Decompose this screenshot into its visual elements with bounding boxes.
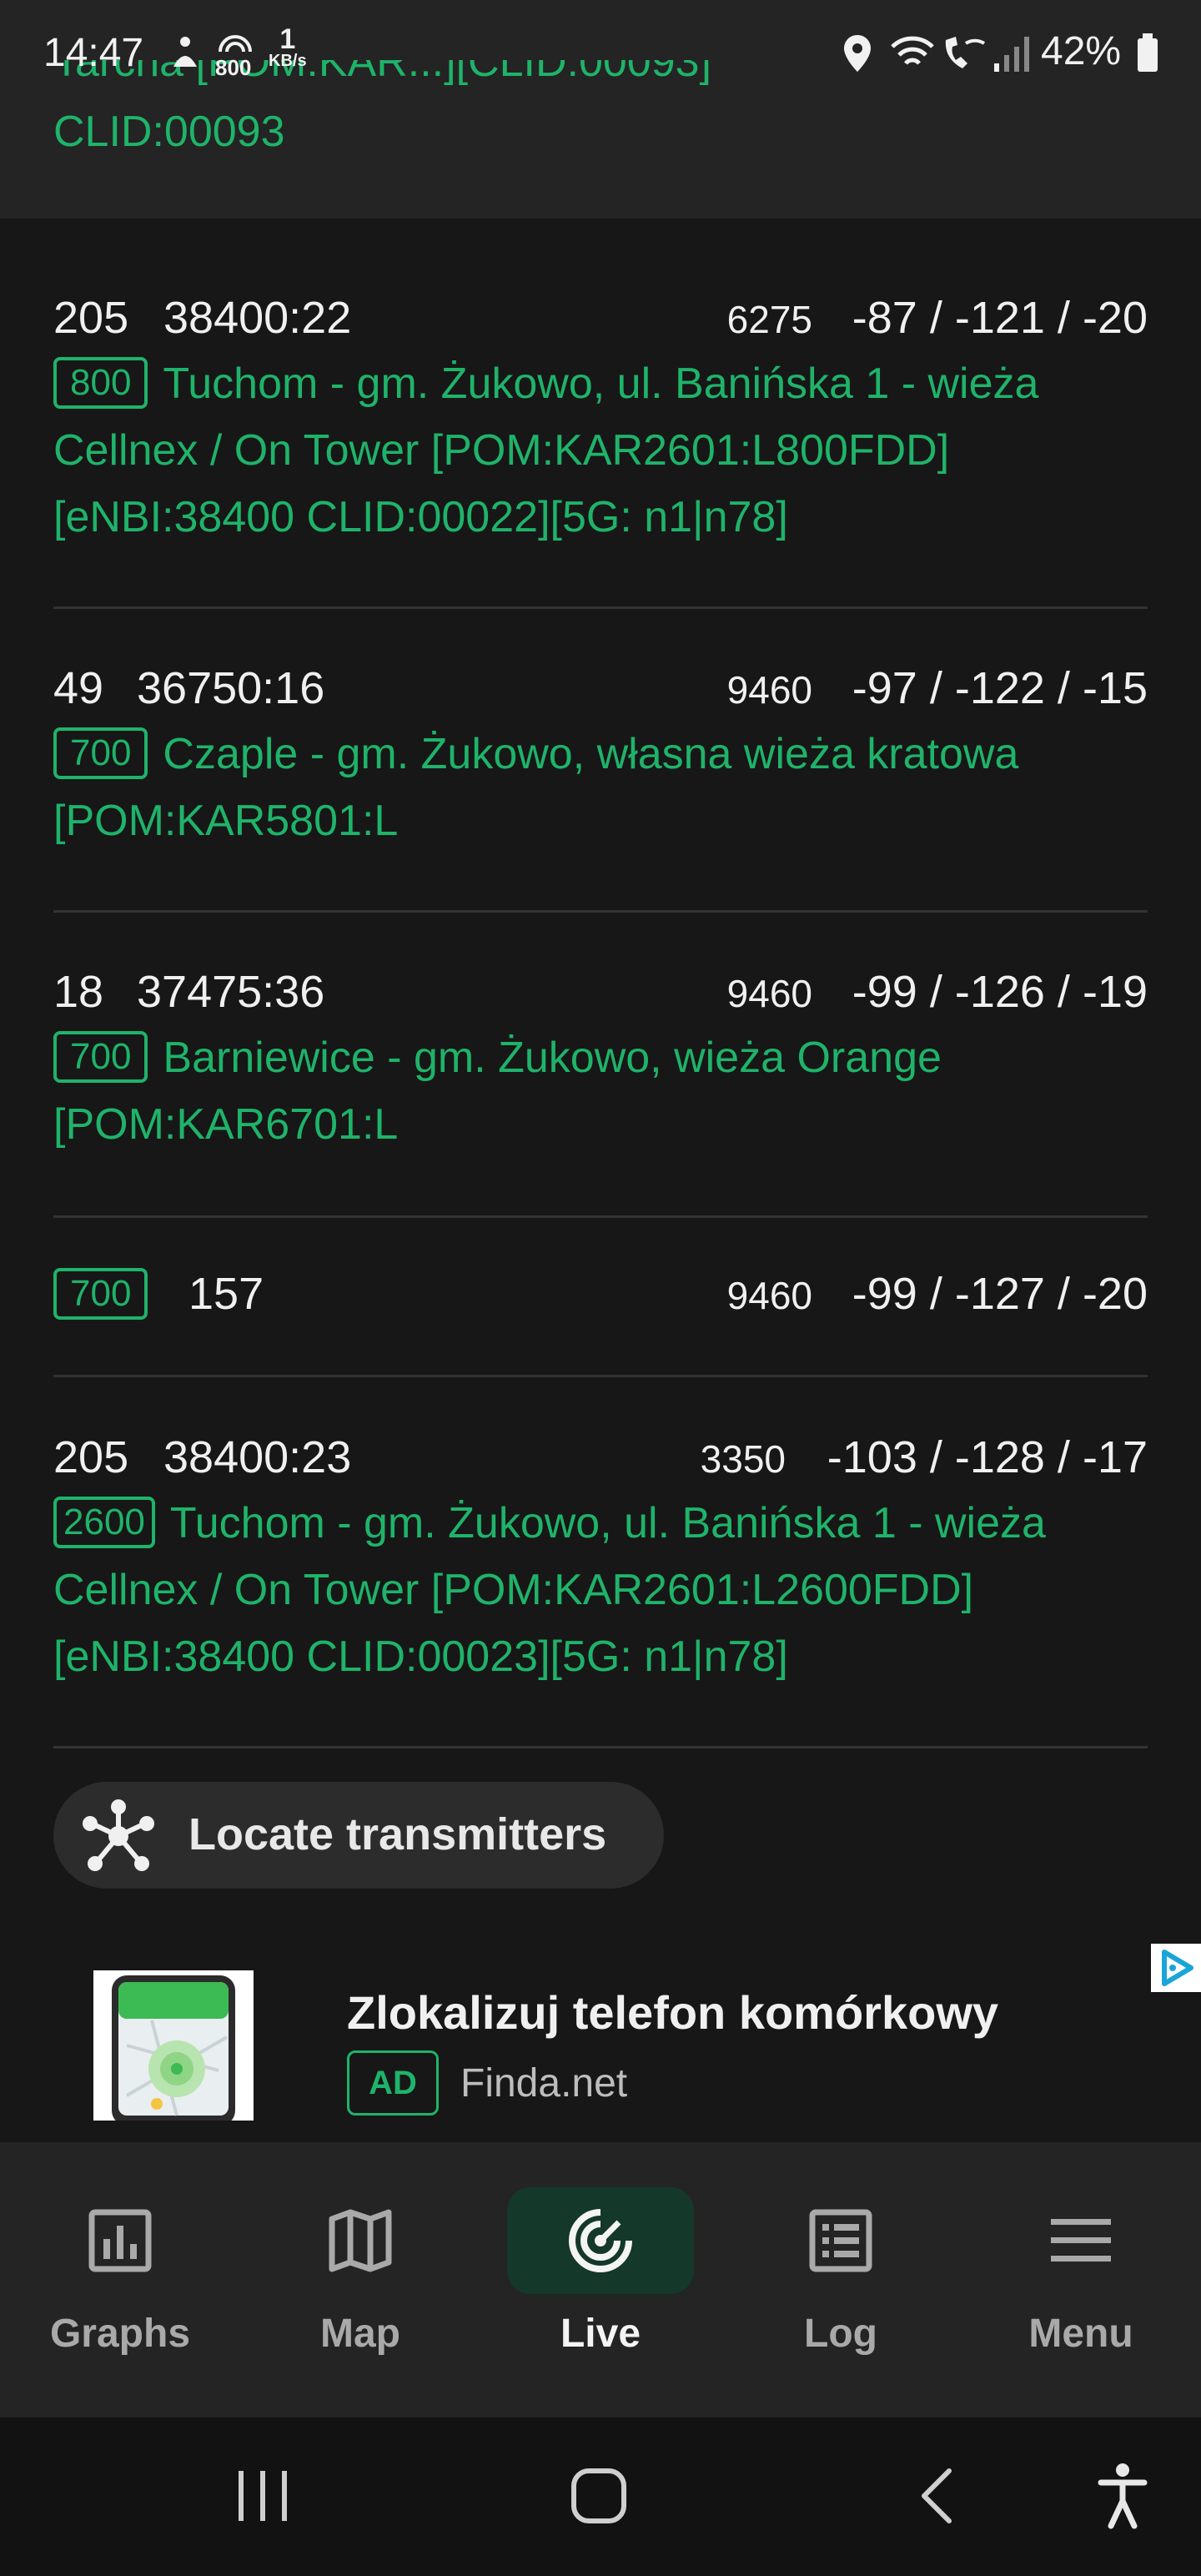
system-navigation-bar <box>0 2418 1201 2576</box>
cell-pci: 205 <box>53 1432 129 1482</box>
status-time: 14:47 <box>43 31 144 75</box>
cell-entry[interactable]: 700 157 9460 -99 / -127 / -20 <box>53 1268 1148 1326</box>
net-speed: 1 KB/s <box>269 23 307 72</box>
cell-entry[interactable]: 205 38400:22 6275 -87 / -121 / -20 800 Tu… <box>53 292 1148 551</box>
cell-earfcn: 3350 <box>700 1437 786 1481</box>
cell-earfcn: 9460 <box>726 1274 812 1317</box>
cell-site-name: Tuchom - gm. Żukowo, ul. Banińska 1 - wi… <box>53 360 1039 541</box>
status-bar: 14:47 800 1 KB/s 42% <box>0 0 1201 108</box>
list-icon <box>809 2209 872 2272</box>
cell-site-info: 700 Czaple - gm. Żukowo, własna wieża kra… <box>53 721 1148 854</box>
hotspot-icon <box>219 35 252 53</box>
ad-banner[interactable]: Zlokalizuj telefon komórkowy AD Finda.ne… <box>0 1944 1201 2144</box>
nav-graphs-label: Graphs <box>49 2312 191 2356</box>
cell-signal: -87 / -121 / -20 <box>852 293 1148 343</box>
cell-site-name: Tuchom - gm. Żukowo, ul. Banińska 1 - wi… <box>53 1499 1046 1681</box>
net-speed-unit: KB/s <box>269 52 307 70</box>
cell-site-info: 2600 Tuchom - gm. Żukowo, ul. Banińska 1 … <box>53 1490 1148 1690</box>
cell-signal: -99 / -126 / -19 <box>852 967 1148 1017</box>
band-badge: 700 <box>53 1031 148 1083</box>
molecule-icon <box>83 1799 154 1871</box>
divider <box>53 910 1148 913</box>
net-speed-value: 1 <box>279 23 296 55</box>
recent-apps-icon[interactable] <box>235 2469 290 2523</box>
divider <box>53 606 1148 609</box>
data-saver-icon <box>173 37 197 67</box>
band-badge: 700 <box>53 727 148 779</box>
nav-graphs[interactable]: Graphs <box>0 2142 240 2418</box>
ad-domain: Finda.net <box>460 2061 628 2106</box>
battery-percentage: 42% <box>1041 29 1122 73</box>
radar-icon <box>569 2209 632 2272</box>
cell-signal: -103 / -128 / -17 <box>827 1432 1148 1482</box>
cell-entry[interactable]: 49 36750:16 9460 -97 / -122 / -15 700 Cza… <box>53 662 1148 854</box>
nav-live-label: Live <box>560 2312 641 2356</box>
cell-earfcn: 9460 <box>726 972 812 1015</box>
cell-pci: 205 <box>53 293 129 343</box>
signal-label: 800 <box>215 55 252 80</box>
map-icon <box>329 2209 392 2272</box>
home-icon[interactable] <box>570 2468 627 2524</box>
nav-menu[interactable]: Menu <box>961 2142 1201 2418</box>
cell-id: 37475:36 <box>137 967 325 1017</box>
cell-pci: 49 <box>53 663 104 713</box>
nav-live[interactable]: Live <box>480 2142 721 2418</box>
band-badge: 800 <box>53 357 148 409</box>
ad-badge: AD <box>347 2050 439 2116</box>
nav-map[interactable]: Map <box>240 2142 480 2418</box>
phone-map-illustration <box>93 1970 254 2126</box>
cell-site-info: 700 Barniewice - gm. Żukowo, wieża Orange… <box>53 1024 1148 1158</box>
battery-icon <box>1138 33 1158 72</box>
hamburger-icon <box>1051 2219 1111 2262</box>
adchoices-icon[interactable] <box>1151 1944 1201 1992</box>
cell-id: 38400:22 <box>163 293 352 343</box>
cell-signal: -99 / -127 / -20 <box>852 1269 1148 1319</box>
accessibility-icon[interactable] <box>1098 2463 1148 2529</box>
cell-id: 38400:23 <box>163 1432 352 1482</box>
divider <box>53 1746 1148 1748</box>
locate-transmitters-label: Locate transmitters <box>188 1809 607 1859</box>
bar-chart-icon <box>88 2209 152 2272</box>
cell-entry[interactable]: 18 37475:36 9460 -99 / -126 / -19 700 Bar… <box>53 966 1148 1158</box>
band-badge: 2600 <box>53 1497 155 1548</box>
cell-entry[interactable]: 205 38400:23 3350 -103 / -128 / -17 2600… <box>53 1431 1148 1690</box>
nav-menu-label: Menu <box>1028 2312 1133 2356</box>
cell-id: 36750:16 <box>137 663 325 713</box>
cell-site-info: 800 Tuchom - gm. Żukowo, ul. Banińska 1 -… <box>53 350 1148 551</box>
nav-map-label: Map <box>320 2312 400 2356</box>
cell-site-name: Barniewice - gm. Żukowo, wieża Orange [P… <box>53 1034 942 1149</box>
location-icon <box>844 35 871 72</box>
nav-log[interactable]: Log <box>721 2142 961 2418</box>
back-icon[interactable] <box>916 2466 956 2526</box>
bottom-navigation: Graphs Map Live Log Menu <box>0 2142 1201 2418</box>
band-badge: 700 <box>53 1268 148 1320</box>
ad-title: Zlokalizuj telefon komórkowy <box>347 1986 999 2039</box>
wifi-calling-icon <box>891 36 934 65</box>
divider <box>53 1215 1148 1218</box>
cell-signal: -97 / -122 / -15 <box>852 663 1148 713</box>
cell-clid-text: CLID:00093 <box>53 108 285 156</box>
cell-site-name: Czaple - gm. Żukowo, własna wieża kratow… <box>53 730 1019 845</box>
divider <box>53 1375 1148 1377</box>
cell-earfcn: 9460 <box>726 668 812 712</box>
cell-pci: 18 <box>53 967 104 1017</box>
cell-signal-icon <box>994 37 1029 72</box>
cell-pci: 157 <box>188 1269 264 1319</box>
cell-earfcn: 6275 <box>726 298 812 341</box>
locate-transmitters-button[interactable]: Locate transmitters <box>53 1782 664 1889</box>
ad-thumbnail <box>93 1970 254 2126</box>
vowifi-icon <box>945 37 986 68</box>
nav-log-label: Log <box>804 2312 877 2356</box>
